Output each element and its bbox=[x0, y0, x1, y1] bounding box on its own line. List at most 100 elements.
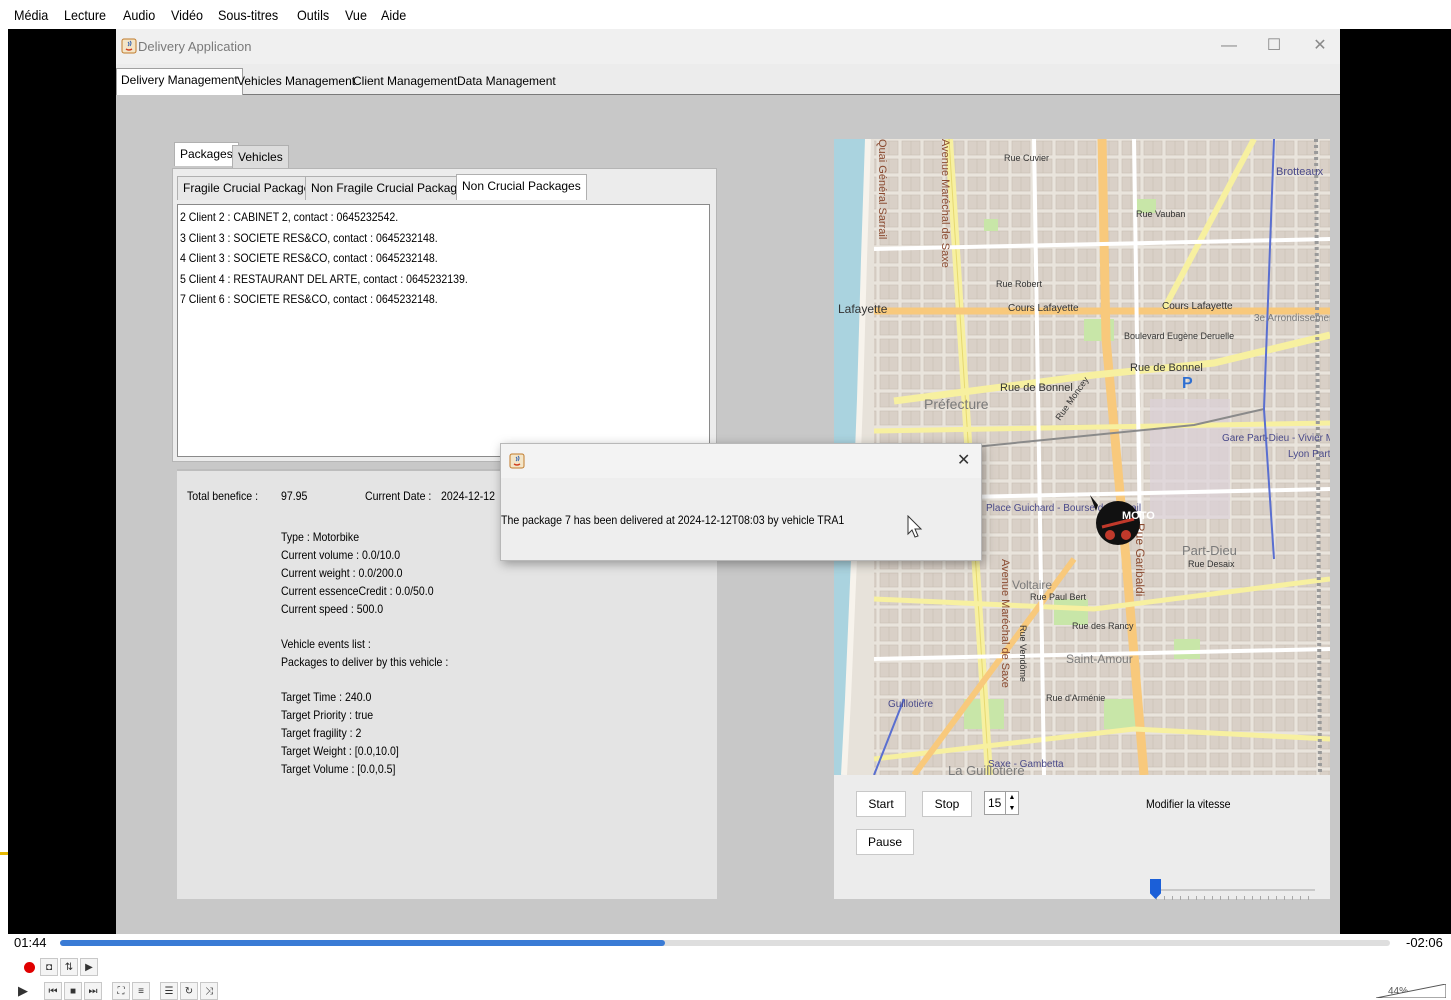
playlist-icon[interactable]: ☰ bbox=[160, 982, 178, 1000]
seek-progress bbox=[60, 940, 666, 946]
map-label-cuvier: Rue Cuvier bbox=[1004, 153, 1049, 163]
tab-data-management[interactable]: Data Management bbox=[453, 70, 560, 95]
map-label-paul-bert: Rue Paul Bert bbox=[1030, 592, 1087, 602]
menu-vue[interactable]: Vue bbox=[345, 7, 367, 23]
frame-step-icon[interactable]: ▶ bbox=[80, 958, 98, 976]
map-label-cours-lafayette-1: Cours Lafayette bbox=[1008, 303, 1079, 314]
list-item[interactable]: 4 Client 3 : SOCIETE RES&CO, contact : 0… bbox=[180, 248, 644, 269]
vlc-menubar: Média Lecture Audio Vidéo Sous-titres Ou… bbox=[0, 0, 1451, 29]
tab-delivery-management[interactable]: Delivery Management bbox=[116, 68, 243, 95]
slider-ticks bbox=[1156, 896, 1314, 900]
map-label-voltaire: Voltaire bbox=[1012, 578, 1052, 592]
vehicle-type: Type : Motorbike bbox=[281, 530, 360, 544]
package-list[interactable]: 2 Client 2 : CABINET 2, contact : 064523… bbox=[177, 204, 710, 457]
speed-spinner-value: 15 bbox=[988, 796, 1002, 810]
spinner-arrows-icon[interactable]: ▲ ▼ bbox=[1005, 792, 1018, 814]
map-label-deruelle: Boulevard Eugène Deruelle bbox=[1124, 331, 1234, 341]
map-label-marechal-bottom: Avenue Maréchal de Saxe bbox=[999, 559, 1011, 688]
snapshot-icon[interactable]: ◘ bbox=[40, 958, 58, 976]
menu-outils[interactable]: Outils bbox=[297, 7, 329, 23]
simulation-controls: Start Stop 15 ▲ ▼ Modifier la vitesse Pau… bbox=[834, 775, 1330, 900]
date-value: 2024-12-12 bbox=[441, 489, 496, 503]
map-label-quai: Quai Général Sarrail bbox=[876, 139, 888, 239]
speed-spinner[interactable]: 15 ▲ ▼ bbox=[984, 791, 1019, 815]
player-controls: 01:44 -02:06 ◘ ⇅ ▶ ▶ ⏮ ■ ⏭ ⛶ ≡ ☰ ↻ ⤨ 44% bbox=[0, 934, 1451, 1000]
map-label-brotteaux: Brotteaux bbox=[1276, 166, 1324, 178]
target-time: Target Time : 240.0 bbox=[281, 690, 372, 704]
time-remaining: -02:06 bbox=[1406, 935, 1443, 950]
tab-vehicles[interactable]: Vehicles bbox=[232, 145, 289, 168]
date-label: Current Date : bbox=[365, 489, 432, 503]
menu-video[interactable]: Vidéo bbox=[171, 7, 203, 23]
stop-icon[interactable]: ■ bbox=[64, 982, 82, 1000]
tab-non-fragile-crucial[interactable]: Non Fragile Crucial Packages bbox=[305, 176, 476, 200]
list-item[interactable]: 3 Client 3 : SOCIETE RES&CO, contact : 0… bbox=[180, 228, 644, 249]
map-label-vendome: Rue Vendôme bbox=[1018, 625, 1028, 682]
menu-media[interactable]: Média bbox=[14, 7, 48, 23]
menu-lecture[interactable]: Lecture bbox=[64, 7, 106, 23]
start-button[interactable]: Start bbox=[856, 791, 906, 817]
tab-packages[interactable]: Packages bbox=[174, 142, 239, 166]
benefice-value: 97.95 bbox=[281, 489, 308, 503]
speed-label: Modifier la vitesse bbox=[1146, 797, 1231, 811]
speed-slider[interactable] bbox=[1150, 879, 1315, 900]
stop-button[interactable]: Stop bbox=[922, 791, 972, 817]
menu-sous-titres[interactable]: Sous-titres bbox=[218, 7, 278, 23]
map-label-marechal-top: Avenue Maréchal de Saxe bbox=[939, 139, 951, 268]
map-label-desaix: Rue Desaix bbox=[1188, 559, 1235, 569]
seek-bar[interactable] bbox=[60, 940, 1390, 946]
vehicle-events: Vehicle events list : bbox=[281, 637, 371, 651]
pause-button[interactable]: Pause bbox=[856, 829, 914, 855]
list-item[interactable]: 5 Client 4 : RESTAURANT DEL ARTE, contac… bbox=[180, 269, 644, 290]
list-item[interactable]: 2 Client 2 : CABINET 2, contact : 064523… bbox=[180, 207, 644, 228]
tab-client-management[interactable]: Client Management bbox=[349, 70, 461, 95]
tab-fragile-crucial[interactable]: Fragile Crucial Packages bbox=[177, 176, 323, 200]
next-icon[interactable]: ⏭ bbox=[84, 982, 102, 1000]
vehicle-speed: Current speed : 500.0 bbox=[281, 602, 384, 616]
fullscreen-icon[interactable]: ⛶ bbox=[112, 982, 130, 1000]
map-label-rancy: Rue des Rancy bbox=[1072, 621, 1134, 631]
moto-label: MOTO bbox=[1122, 510, 1155, 522]
target-volume: Target Volume : [0.0,0.5] bbox=[281, 762, 396, 776]
tab-vehicles-management[interactable]: Vehicles Management bbox=[233, 70, 359, 95]
map-label-gare: Gare Part-Dieu - Vivier Merle bbox=[1222, 433, 1330, 444]
map-label-guillotiere: Guillotière bbox=[888, 699, 933, 710]
minimize-button[interactable]: — bbox=[1214, 35, 1244, 57]
mouse-cursor-icon bbox=[907, 515, 923, 538]
slider-track bbox=[1150, 889, 1315, 891]
window-title: Delivery Application bbox=[138, 39, 252, 54]
shuffle-icon[interactable]: ⤨ bbox=[200, 982, 218, 1000]
map-label-vauban: Rue Vauban bbox=[1136, 209, 1185, 219]
vehicle-volume: Current volume : 0.0/10.0 bbox=[281, 548, 401, 562]
target-fragility: Target fragility : 2 bbox=[281, 726, 362, 740]
dialog-message: The package 7 has been delivered at 2024… bbox=[501, 513, 845, 527]
close-button[interactable]: ✕ bbox=[1305, 35, 1335, 57]
java-icon bbox=[509, 453, 525, 469]
map-label-armenie: Rue d'Arménie bbox=[1046, 693, 1105, 703]
dialog-close-icon[interactable]: ✕ bbox=[957, 450, 970, 470]
map-label-saint-amour: Saint-Amour bbox=[1066, 652, 1133, 666]
map-label-bonnel-2: Rue de Bonnel bbox=[1130, 362, 1203, 374]
tab-non-crucial[interactable]: Non Crucial Packages bbox=[456, 174, 587, 200]
menu-audio[interactable]: Audio bbox=[123, 7, 155, 23]
loop-ab-icon[interactable]: ⇅ bbox=[60, 958, 78, 976]
yellow-edge-mark bbox=[0, 852, 8, 855]
repeat-icon[interactable]: ↻ bbox=[180, 982, 198, 1000]
time-elapsed: 01:44 bbox=[14, 935, 47, 950]
record-icon[interactable] bbox=[20, 958, 38, 976]
maximize-button[interactable]: ☐ bbox=[1259, 35, 1289, 57]
menu-aide[interactable]: Aide bbox=[381, 7, 406, 23]
map-label-3e: 3e Arrondissement bbox=[1254, 313, 1330, 324]
map-label-lafayette: Lafayette bbox=[838, 302, 888, 316]
play-icon[interactable]: ▶ bbox=[14, 982, 32, 1000]
volume-slider-icon[interactable] bbox=[1376, 984, 1446, 998]
packages-to-deliver: Packages to deliver by this vehicle : bbox=[281, 655, 449, 669]
vehicle-essence: Current essenceCredit : 0.0/50.0 bbox=[281, 584, 434, 598]
map-label-cours-lafayette-2: Cours Lafayette bbox=[1162, 301, 1233, 312]
vehicle-weight: Current weight : 0.0/200.0 bbox=[281, 566, 403, 580]
equalizer-icon[interactable]: ≡ bbox=[132, 982, 150, 1000]
delivery-dialog: ✕ The package 7 has been delivered at 20… bbox=[500, 443, 982, 561]
previous-icon[interactable]: ⏮ bbox=[44, 982, 62, 1000]
list-item[interactable]: 7 Client 6 : SOCIETE RES&CO, contact : 0… bbox=[180, 289, 644, 310]
map-label-bonnel-1: Rue de Bonnel bbox=[1000, 382, 1073, 394]
